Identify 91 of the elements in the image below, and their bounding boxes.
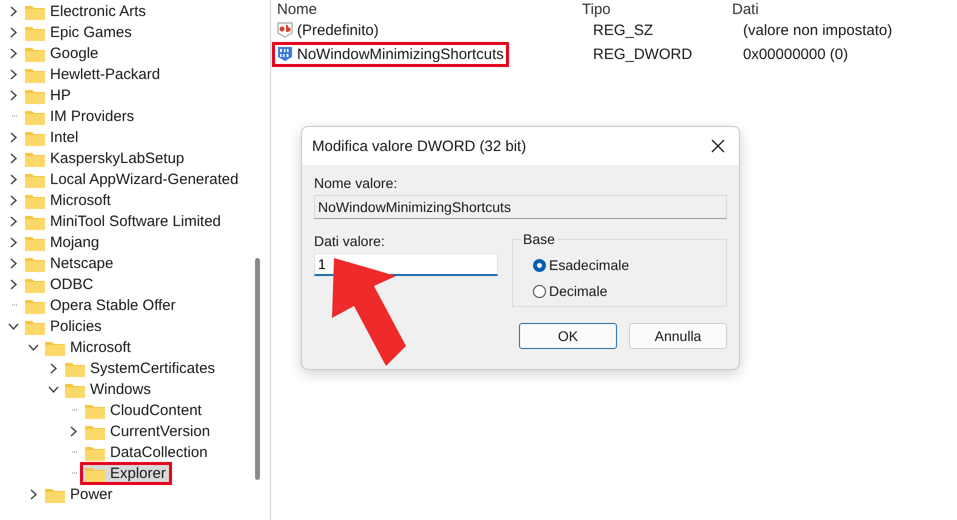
tree-item[interactable]: Hewlett-Packard: [20, 63, 166, 86]
value-name[interactable]: (Predefinito): [272, 18, 384, 42]
folder-icon: [25, 66, 45, 82]
group-label: Base: [521, 231, 557, 247]
chevron-right-icon[interactable]: [8, 153, 19, 164]
folder-icon: [25, 4, 45, 20]
value-name[interactable]: NoWindowMinimizingShortcuts: [272, 42, 509, 66]
tree-item[interactable]: DataCollection: [80, 441, 214, 464]
tree-item[interactable]: Electronic Arts: [20, 0, 152, 23]
binary-value-icon: [277, 46, 293, 62]
tree-item[interactable]: Netscape: [20, 252, 120, 275]
radio-button[interactable]: [533, 284, 546, 298]
tree-item[interactable]: CloudContent: [80, 399, 208, 422]
column-header[interactable]: Tipo: [582, 0, 732, 18]
chevron-right-icon[interactable]: [8, 132, 19, 143]
folder-icon: [25, 172, 45, 188]
tree-item[interactable]: Policies: [20, 315, 108, 338]
folder-icon: [25, 298, 45, 314]
tree-item[interactable]: Google: [20, 42, 104, 65]
cancel-button[interactable]: Annulla: [629, 323, 727, 349]
tree-item[interactable]: Local AppWizard-Generated: [20, 168, 244, 191]
folder-icon: [25, 234, 45, 250]
folder-icon: [25, 192, 45, 208]
chevron-right-icon[interactable]: [8, 195, 19, 206]
chevron-right-icon[interactable]: [8, 27, 19, 38]
folder-icon: [25, 88, 45, 104]
tree-item[interactable]: Explorer: [80, 462, 172, 485]
chevron-right-icon[interactable]: [8, 6, 19, 17]
chevron-right-icon[interactable]: [8, 174, 19, 185]
scrollbar-thumb[interactable]: [255, 258, 260, 480]
value-type: REG_SZ: [593, 22, 654, 38]
dialog-title: Modifica valore DWORD (32 bit): [312, 138, 526, 154]
value-name-field[interactable]: NoWindowMinimizingShortcuts: [314, 195, 727, 219]
folder-icon: [45, 486, 65, 502]
tree-item[interactable]: Intel: [20, 126, 84, 149]
folder-icon: [25, 24, 45, 40]
ok-button[interactable]: OK: [519, 323, 617, 349]
tree-item[interactable]: SystemCertificates: [60, 357, 222, 380]
tree-item[interactable]: Microsoft: [40, 336, 137, 359]
folder-icon: [65, 382, 85, 398]
value-type: REG_DWORD: [593, 46, 694, 62]
chevron-down-icon[interactable]: [48, 384, 59, 395]
tree-item[interactable]: Opera Stable Offer: [20, 294, 182, 317]
chevron-down-icon[interactable]: [28, 342, 39, 353]
tree-item[interactable]: HP: [20, 84, 77, 107]
folder-icon: [85, 466, 105, 482]
chevron-right-icon[interactable]: [8, 48, 19, 59]
folder-icon: [25, 108, 45, 124]
string-value-icon: [277, 22, 293, 38]
folder-icon: [25, 256, 45, 272]
tree-item[interactable]: ODBC: [20, 273, 100, 296]
column-header[interactable]: Dati: [732, 0, 932, 18]
folder-icon: [65, 360, 85, 376]
tree-item[interactable]: Microsoft: [20, 189, 117, 212]
chevron-right-icon[interactable]: [28, 489, 39, 500]
tree-item[interactable]: MiniTool Software Limited: [20, 210, 227, 233]
folder-icon: [45, 340, 65, 356]
tree-item[interactable]: Windows: [60, 378, 157, 401]
folder-icon: [25, 276, 45, 292]
tree-item[interactable]: Power: [40, 483, 119, 506]
value-data: (valore non impostato): [743, 22, 894, 38]
tree-item[interactable]: KasperskyLabSetup: [20, 147, 190, 170]
chevron-right-icon[interactable]: [8, 258, 19, 269]
folder-icon: [85, 402, 105, 418]
folder-icon: [25, 150, 45, 166]
field-label: Nome valore:: [314, 175, 398, 191]
folder-icon: [25, 46, 45, 62]
folder-icon: [25, 214, 45, 230]
chevron-right-icon[interactable]: [8, 216, 19, 227]
chevron-right-icon[interactable]: [8, 237, 19, 248]
radio-option[interactable]: Decimale: [533, 278, 608, 304]
close-icon[interactable]: [711, 139, 725, 153]
chevron-right-icon[interactable]: [48, 363, 59, 374]
tree-item[interactable]: IM Providers: [20, 105, 140, 128]
radio-option[interactable]: Esadecimale: [533, 252, 630, 278]
folder-icon: [25, 318, 45, 334]
chevron-right-icon[interactable]: [68, 426, 79, 437]
chevron-right-icon[interactable]: [8, 279, 19, 290]
chevron-right-icon[interactable]: [8, 69, 19, 80]
field-label: Dati valore:: [314, 233, 386, 249]
value-data: 0x00000000 (0): [743, 46, 850, 62]
chevron-right-icon[interactable]: [8, 90, 19, 101]
folder-icon: [85, 424, 105, 440]
column-header[interactable]: Nome: [277, 0, 582, 18]
folder-icon: [25, 130, 45, 146]
radio-button[interactable]: [533, 258, 546, 272]
tree-item[interactable]: CurrentVersion: [80, 420, 216, 443]
chevron-down-icon[interactable]: [8, 321, 19, 332]
folder-icon: [85, 444, 105, 460]
tree-item[interactable]: Epic Games: [20, 21, 138, 44]
tree-item[interactable]: Mojang: [20, 231, 106, 254]
